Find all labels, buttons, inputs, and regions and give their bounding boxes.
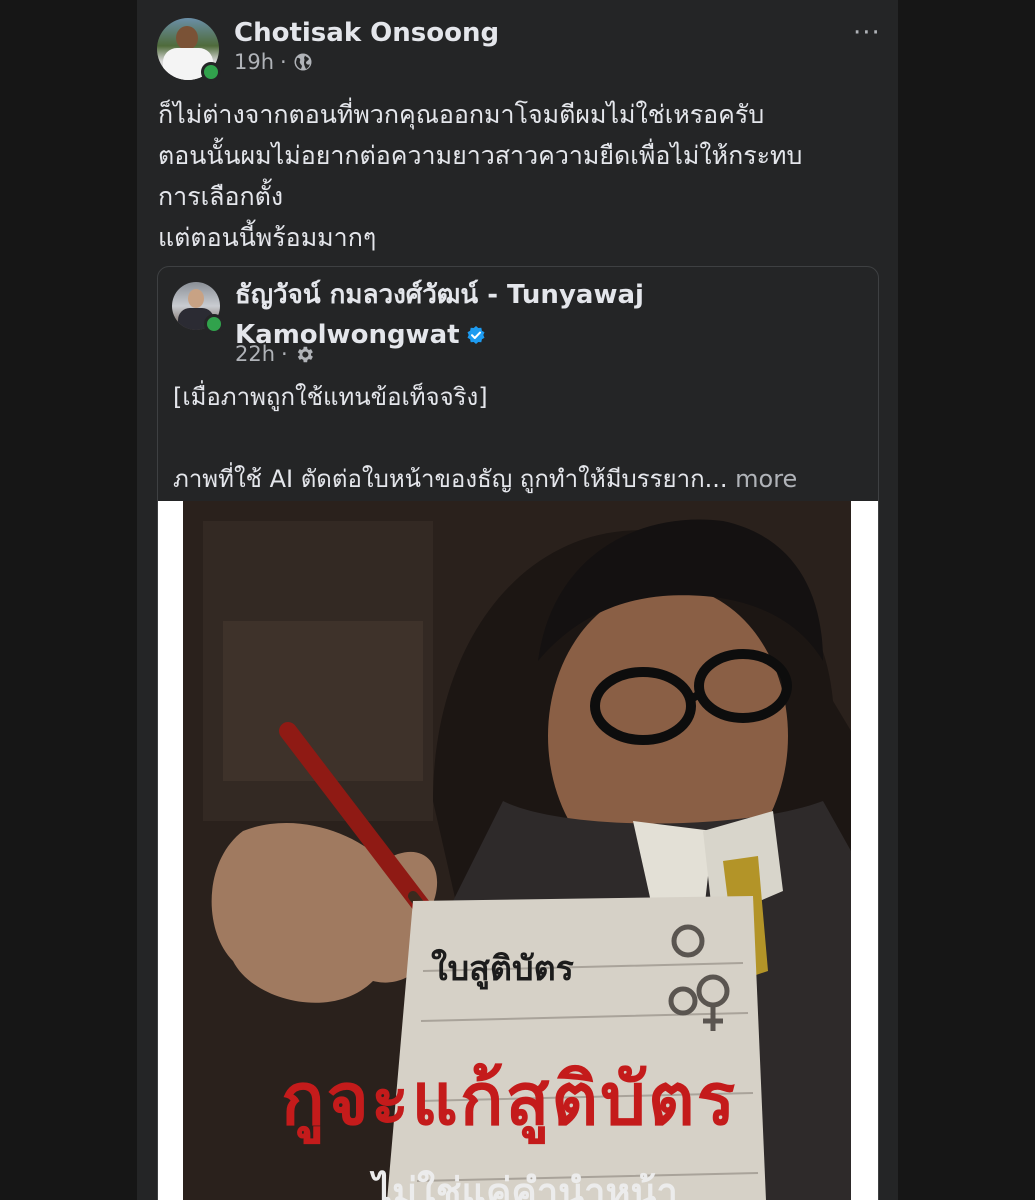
left-margin: [0, 0, 137, 1200]
online-status-dot: [201, 62, 221, 82]
post-text-line: การเลือกตั้ง: [158, 182, 284, 211]
shared-image-frame[interactable]: ใบสูติบัตร กูจะแก้สูติบัตร ไม่ใช่แค่คำนำ…: [158, 501, 878, 1200]
shared-post-meta: 22h ·: [235, 342, 315, 366]
poster-image: ใบสูติบัตร กูจะแก้สูติบัตร ไม่ใช่แค่คำนำ…: [183, 501, 851, 1200]
post-text-line: ก็ไม่ต่างจากตอนที่พวกคุณออกมาโจมตีผมไม่ใ…: [158, 100, 765, 129]
see-more-link[interactable]: more: [735, 465, 797, 493]
post-text-line: ตอนนั้นผมไม่อยากต่อความยาวสาวความยืดเพื่…: [158, 141, 803, 170]
poster-title-small: ใบสูติบัตร: [431, 949, 574, 989]
avatar-face: [176, 26, 198, 50]
shared-online-status-dot: [204, 314, 224, 334]
shared-post-body: [เมื่อภาพถูกใช้แทนข้อเท็จจริง] ภาพที่ใช้…: [173, 379, 873, 493]
author-name[interactable]: Chotisak Onsoong: [234, 18, 499, 48]
shared-author-name-text: ธัญวัจน์ กมลวงศ์วัฒน์ - Tunyawaj Kamolwo…: [235, 280, 644, 350]
meta-separator: ·: [281, 342, 288, 366]
shared-post-card[interactable]: ธัญวัจน์ กมลวงศ์วัฒน์ - Tunyawaj Kamolwo…: [157, 266, 879, 1200]
post-timestamp[interactable]: 19h: [234, 50, 274, 74]
right-margin: [898, 0, 1035, 1200]
post-body: ก็ไม่ต่างจากตอนที่พวกคุณออกมาโจมตีผมไม่ใ…: [158, 94, 878, 258]
shared-text-line: [เมื่อภาพถูกใช้แทนข้อเท็จจริง]: [173, 383, 488, 411]
shared-avatar-face: [188, 289, 204, 308]
post-meta: 19h ·: [234, 50, 313, 74]
meta-separator: ·: [280, 50, 287, 74]
shared-post-timestamp[interactable]: 22h: [235, 342, 275, 366]
more-options-button[interactable]: ···: [853, 18, 881, 48]
globe-icon[interactable]: [293, 52, 313, 72]
verified-badge-icon: [467, 326, 485, 344]
gear-icon[interactable]: [294, 344, 315, 365]
post-text-line: แต่ตอนนี้พร้อมมากๆ: [158, 223, 377, 252]
poster-title-big: กูจะแก้สูติบัตร: [281, 1057, 738, 1141]
shared-text-line: ภาพที่ใช้ AI ตัดต่อใบหน้าของธัญ ถูกทำให้…: [173, 461, 797, 497]
poster-tagline: ไม่ใช่แค่คำนำหน้า: [373, 1170, 678, 1200]
facebook-post-card: Chotisak Onsoong 19h · ··· ก็ไม่ต่างจากต…: [137, 0, 898, 1200]
shared-text-excerpt: ภาพที่ใช้ AI ตัดต่อใบหน้าของธัญ ถูกทำให้…: [173, 465, 728, 493]
